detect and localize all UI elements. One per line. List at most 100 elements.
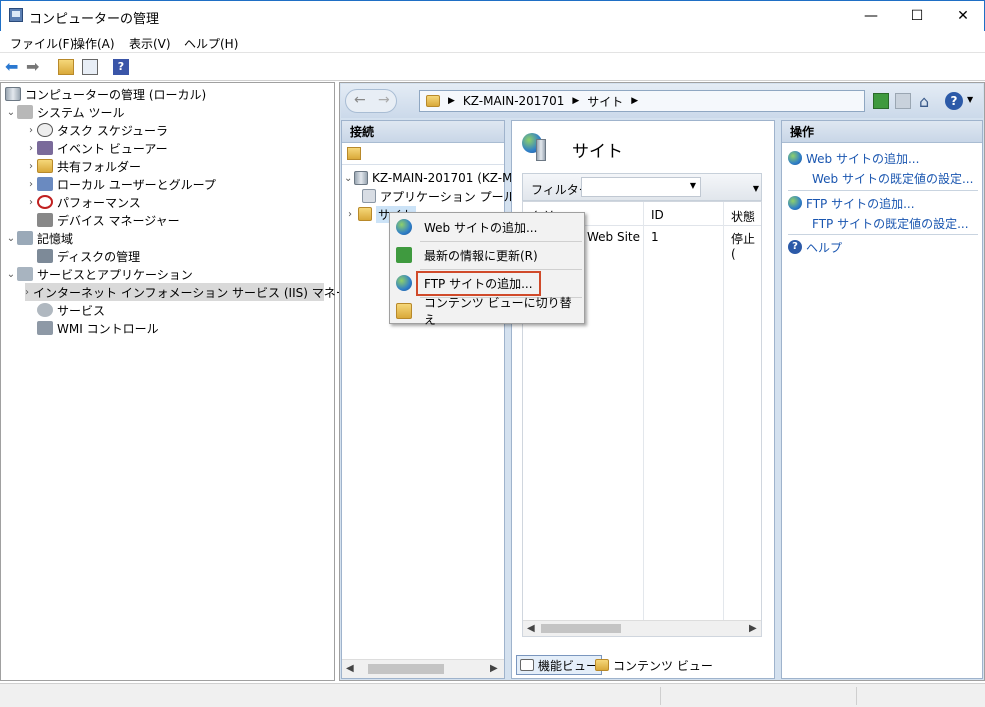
address-path[interactable]: ▶ KZ-MAIN-201701 ▶ サイト ▶ (419, 90, 865, 112)
chevron-right-icon[interactable]: › (25, 161, 37, 172)
page-title: サイト (572, 142, 623, 162)
tree-item-system-tools[interactable]: ⌄ システム ツール (5, 103, 124, 121)
scroll-right-icon[interactable]: ▶ (490, 663, 498, 674)
globe-icon (788, 196, 802, 210)
content-view-tab[interactable]: コンテンツ ビュー (592, 655, 716, 675)
highlighted-ftp-label: FTP サイトの追加... (416, 270, 541, 296)
menu-help[interactable]: ヘルプ(H) (184, 35, 238, 52)
tree-item-services-apps[interactable]: ⌄ サービスとアプリケーション (5, 265, 193, 283)
action-add-web-site[interactable]: Web サイトの追加... (788, 149, 919, 167)
show-hide-tree-icon[interactable] (82, 59, 98, 75)
globe-icon (788, 151, 802, 165)
chevron-right-icon[interactable]: › (25, 287, 29, 298)
console-tree: コンピューターの管理 (ローカル) ⌄ システム ツール › タスク スケジュー… (0, 82, 383, 681)
minimize-button[interactable]: — (848, 1, 894, 31)
sites-folder-icon (358, 207, 372, 221)
features-view-tab[interactable]: 機能ビュー (516, 655, 603, 675)
tree-item-task-scheduler[interactable]: › タスク スケジューラ (25, 121, 168, 139)
tree-item-device-manager[interactable]: デバイス マネージャー (37, 211, 180, 229)
breadcrumb-node[interactable]: サイト (587, 93, 623, 110)
forward-arrow-icon[interactable]: → (378, 92, 390, 108)
status-divider (856, 687, 857, 705)
breadcrumb-separator-icon: ▶ (448, 96, 455, 106)
menu-action[interactable]: 操作(A) (73, 35, 115, 52)
ctx-switch-content-view[interactable]: コンテンツ ビューに切り替え (392, 296, 582, 327)
filter-input[interactable]: ▼ (581, 177, 701, 197)
tree-item-root[interactable]: コンピューターの管理 (ローカル) (5, 85, 206, 103)
services-apps-icon (17, 267, 33, 281)
chevron-down-icon[interactable]: ⌄ (5, 107, 17, 118)
scroll-thumb[interactable] (541, 624, 621, 633)
title-bar: コンピューターの管理 — ☐ ✕ (0, 0, 985, 31)
content-view-icon (595, 659, 609, 671)
action-web-defaults[interactable]: Web サイトの既定値の設定... (812, 169, 973, 187)
server-icon (354, 171, 368, 185)
site-folder-icon (426, 95, 440, 107)
chevron-down-icon[interactable]: ⌄ (344, 173, 354, 184)
ctx-refresh[interactable]: 最新の情報に更新(R) (392, 243, 582, 267)
status-bar (0, 683, 985, 707)
wmi-icon (37, 321, 53, 335)
horizontal-scrollbar[interactable]: ◀ ▶ (342, 659, 504, 678)
ctx-add-ftp-site[interactable]: FTP サイトの追加... (392, 270, 582, 296)
event-viewer-icon (37, 141, 53, 155)
chevron-down-icon[interactable]: ⌄ (5, 269, 17, 280)
column-divider (643, 202, 644, 622)
filter-dropdown-icon[interactable]: ▼ (690, 181, 696, 190)
action-ftp-defaults[interactable]: FTP サイトの既定値の設定... (812, 214, 969, 232)
chevron-right-icon[interactable]: › (25, 143, 37, 154)
tree-item-local-users[interactable]: › ローカル ユーザーとグループ (25, 175, 216, 193)
connections-pane: 接続 ⌄ KZ-MAIN-201701 (KZ-MA アプリケーション プール … (341, 120, 521, 679)
chevron-right-icon[interactable]: › (348, 209, 358, 220)
conn-item-server[interactable]: ⌄ KZ-MAIN-201701 (KZ-MA (344, 169, 521, 187)
forward-arrow-icon[interactable]: ➡ (26, 59, 42, 75)
app-pool-icon (362, 189, 376, 203)
tree-item-services[interactable]: サービス (37, 301, 105, 319)
conn-item-app-pools[interactable]: アプリケーション プール (362, 187, 516, 205)
tree-item-wmi[interactable]: WMI コントロール (37, 319, 159, 337)
close-button[interactable]: ✕ (940, 1, 985, 31)
connect-icon[interactable] (347, 147, 361, 160)
breadcrumb-server[interactable]: KZ-MAIN-201701 (463, 94, 564, 108)
home-icon[interactable]: ⌂ (919, 92, 929, 111)
tree-item-shared-folders[interactable]: › 共有フォルダー (25, 157, 141, 175)
action-add-ftp-site[interactable]: FTP サイトの追加... (788, 194, 915, 212)
action-help[interactable]: ? ヘルプ (788, 238, 842, 256)
breadcrumb-separator-icon: ▶ (572, 96, 580, 106)
menu-file[interactable]: ファイル(F) (10, 35, 74, 52)
help-icon[interactable]: ? (113, 59, 129, 75)
scroll-left-icon[interactable]: ◀ (527, 623, 535, 634)
column-status[interactable]: 状態 (731, 208, 755, 225)
chevron-right-icon[interactable]: › (25, 179, 37, 190)
scroll-thumb[interactable] (368, 664, 444, 674)
column-id[interactable]: ID (651, 208, 664, 222)
tree-item-iis[interactable]: › インターネット インフォメーション サービス (IIS) マネージャー (25, 283, 383, 301)
list-scrollbar[interactable]: ◀ ▶ (523, 620, 761, 636)
tree-item-storage[interactable]: ⌄ 記憶域 (5, 229, 73, 247)
chevron-down-icon[interactable]: ⌄ (5, 233, 17, 244)
back-arrow-icon[interactable]: ⬅ (5, 59, 21, 75)
help-icon[interactable]: ? (945, 92, 963, 110)
back-arrow-icon[interactable]: ← (354, 92, 366, 108)
content-pane: サイト フィルター: ▼ ▼ 名前 ID 状態 Web Site 1 停止 ( … (511, 120, 775, 679)
chevron-right-icon[interactable]: › (25, 125, 37, 136)
stop-icon[interactable] (895, 93, 911, 109)
chevron-right-icon[interactable]: › (25, 197, 37, 208)
refresh-icon[interactable] (873, 93, 889, 109)
maximize-button[interactable]: ☐ (894, 1, 940, 31)
up-folder-icon[interactable] (58, 59, 74, 75)
menu-view[interactable]: 表示(V) (129, 35, 171, 52)
ctx-add-web-site[interactable]: Web サイトの追加... (392, 215, 582, 239)
divider (788, 190, 978, 191)
help-dropdown-icon[interactable]: ▼ (967, 95, 973, 104)
filter-options-icon[interactable]: ▼ (753, 184, 759, 193)
menu-bar: ファイル(F) 操作(A) 表示(V) ヘルプ(H) (0, 31, 985, 53)
actions-pane: 操作 Web サイトの追加... Web サイトの既定値の設定... FTP サ… (781, 120, 983, 679)
breadcrumb-separator-icon: ▶ (631, 96, 639, 106)
tree-item-disk-management[interactable]: ディスクの管理 (37, 247, 140, 265)
scroll-right-icon[interactable]: ▶ (749, 623, 757, 634)
tree-item-event-viewer[interactable]: › イベント ビューアー (25, 139, 168, 157)
tree-item-performance[interactable]: › パフォーマンス (25, 193, 141, 211)
scroll-left-icon[interactable]: ◀ (346, 663, 354, 674)
address-bar: ← → ▶ KZ-MAIN-201701 ▶ サイト ▶ ⌂ ? ▼ (341, 84, 983, 118)
